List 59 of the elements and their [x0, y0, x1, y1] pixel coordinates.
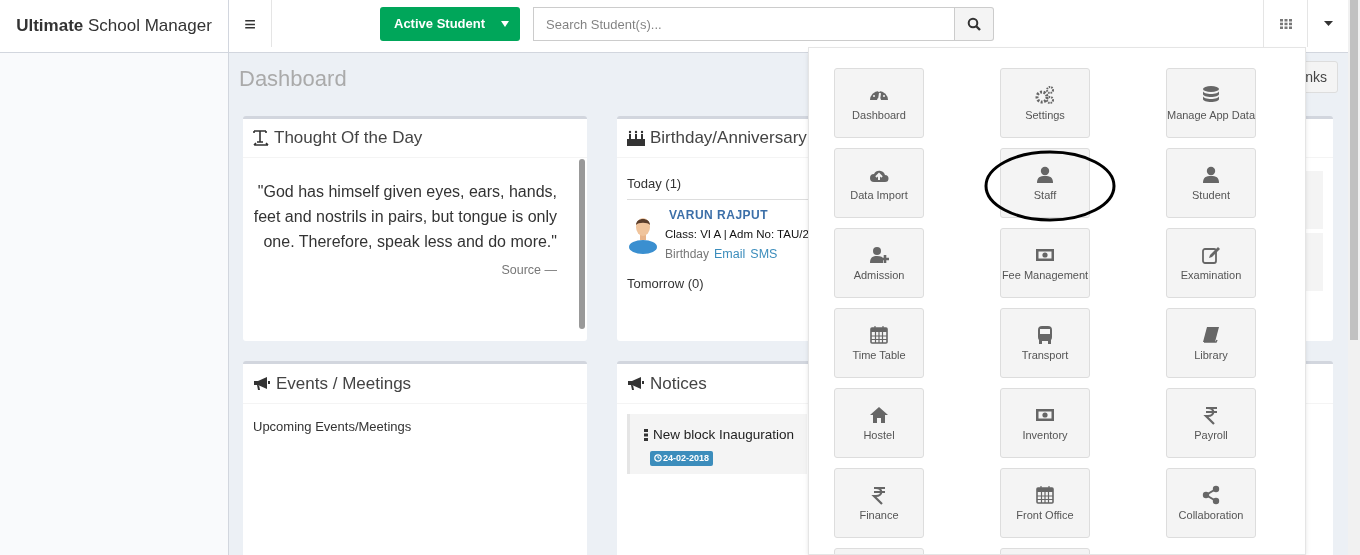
megaphone-icon — [253, 376, 271, 391]
app-tile[interactable]: Manage App Data — [1166, 68, 1256, 138]
app-tile[interactable]: Transport — [1000, 308, 1090, 378]
app-tile[interactable]: Examination — [1166, 228, 1256, 298]
card-title: Events / Meetings — [276, 372, 412, 395]
tomorrow-heading: Tomorrow (0) — [627, 274, 704, 293]
cake-icon — [627, 130, 645, 146]
user-icon — [1201, 165, 1221, 186]
user-plus-icon — [869, 245, 889, 266]
app-brand: Ultimate School Manager — [16, 15, 212, 38]
search-icon — [967, 17, 981, 31]
calendar-icon — [869, 325, 889, 346]
card-title: Notices — [650, 372, 707, 395]
bus-icon — [1035, 325, 1055, 346]
home-icon — [869, 405, 889, 426]
app-tile[interactable]: Dashboard — [834, 68, 924, 138]
app-tile[interactable]: Finance — [834, 468, 924, 538]
card-title: Thought Of the Day — [274, 127, 423, 150]
megaphone-icon — [627, 376, 645, 391]
caret-icon — [501, 21, 509, 27]
person-name[interactable]: VARUN RAJPUT — [665, 205, 809, 224]
app-tile[interactable]: Staff — [1000, 148, 1090, 218]
card-title: Birthday/Anniversary — [650, 127, 807, 150]
app-tile[interactable]: Collaboration — [1166, 468, 1256, 538]
contact-link[interactable]: Email — [714, 244, 746, 264]
quote-source: Source — — [500, 262, 557, 279]
scrollbar-thumb[interactable] — [1350, 0, 1358, 340]
app-tile[interactable]: Library — [1166, 308, 1256, 378]
app-tile[interactable]: Payroll — [1166, 388, 1256, 458]
list-icon — [644, 429, 648, 442]
date-badge: 24-02-2018 — [650, 450, 714, 466]
edit-icon — [1201, 245, 1221, 266]
notice-item[interactable]: New block Inauguration 24-02-2018 — [627, 414, 807, 474]
grid-icon — [1279, 18, 1292, 29]
app-tile[interactable]: Hostel — [834, 388, 924, 458]
contact-link[interactable]: SMS — [750, 244, 778, 264]
app-tile[interactable]: Data Import — [834, 148, 924, 218]
search-field[interactable]: Search Student(s)... — [533, 7, 955, 41]
app-tile[interactable]: Admission — [834, 228, 924, 298]
user-icon — [1035, 165, 1055, 186]
search-button[interactable] — [955, 7, 994, 41]
app-tile[interactable]: Time Table — [834, 308, 924, 378]
app-tile[interactable]: Settings — [1000, 68, 1090, 138]
notice-title: New block Inauguration — [653, 426, 795, 444]
clock-icon — [654, 454, 662, 463]
text-icon — [253, 130, 269, 146]
app-tile[interactable]: Fee Management — [1000, 228, 1090, 298]
quote-text: "God has himself given eyes, ears, hands, feet and nostrils in pairs, but tongue is only one. Therefore, speak less and do more." — [253, 182, 557, 252]
calendar-icon — [1035, 485, 1055, 506]
app-tile[interactable]: Inventory — [1000, 388, 1090, 458]
app-tile[interactable]: Student — [1166, 148, 1256, 218]
occasion-label: Birthday — [665, 245, 710, 263]
share-icon — [1201, 485, 1221, 506]
page-title: Dashboard — [239, 64, 347, 93]
class-info: Class: VI A | Adm No: TAU/2 — [665, 226, 809, 242]
menu-toggle[interactable]: ≡ — [229, 0, 272, 47]
caret-icon — [1323, 21, 1333, 26]
section-subtitle: Upcoming Events/Meetings — [252, 418, 413, 436]
app-tile[interactable]: Front Office — [1000, 468, 1090, 538]
